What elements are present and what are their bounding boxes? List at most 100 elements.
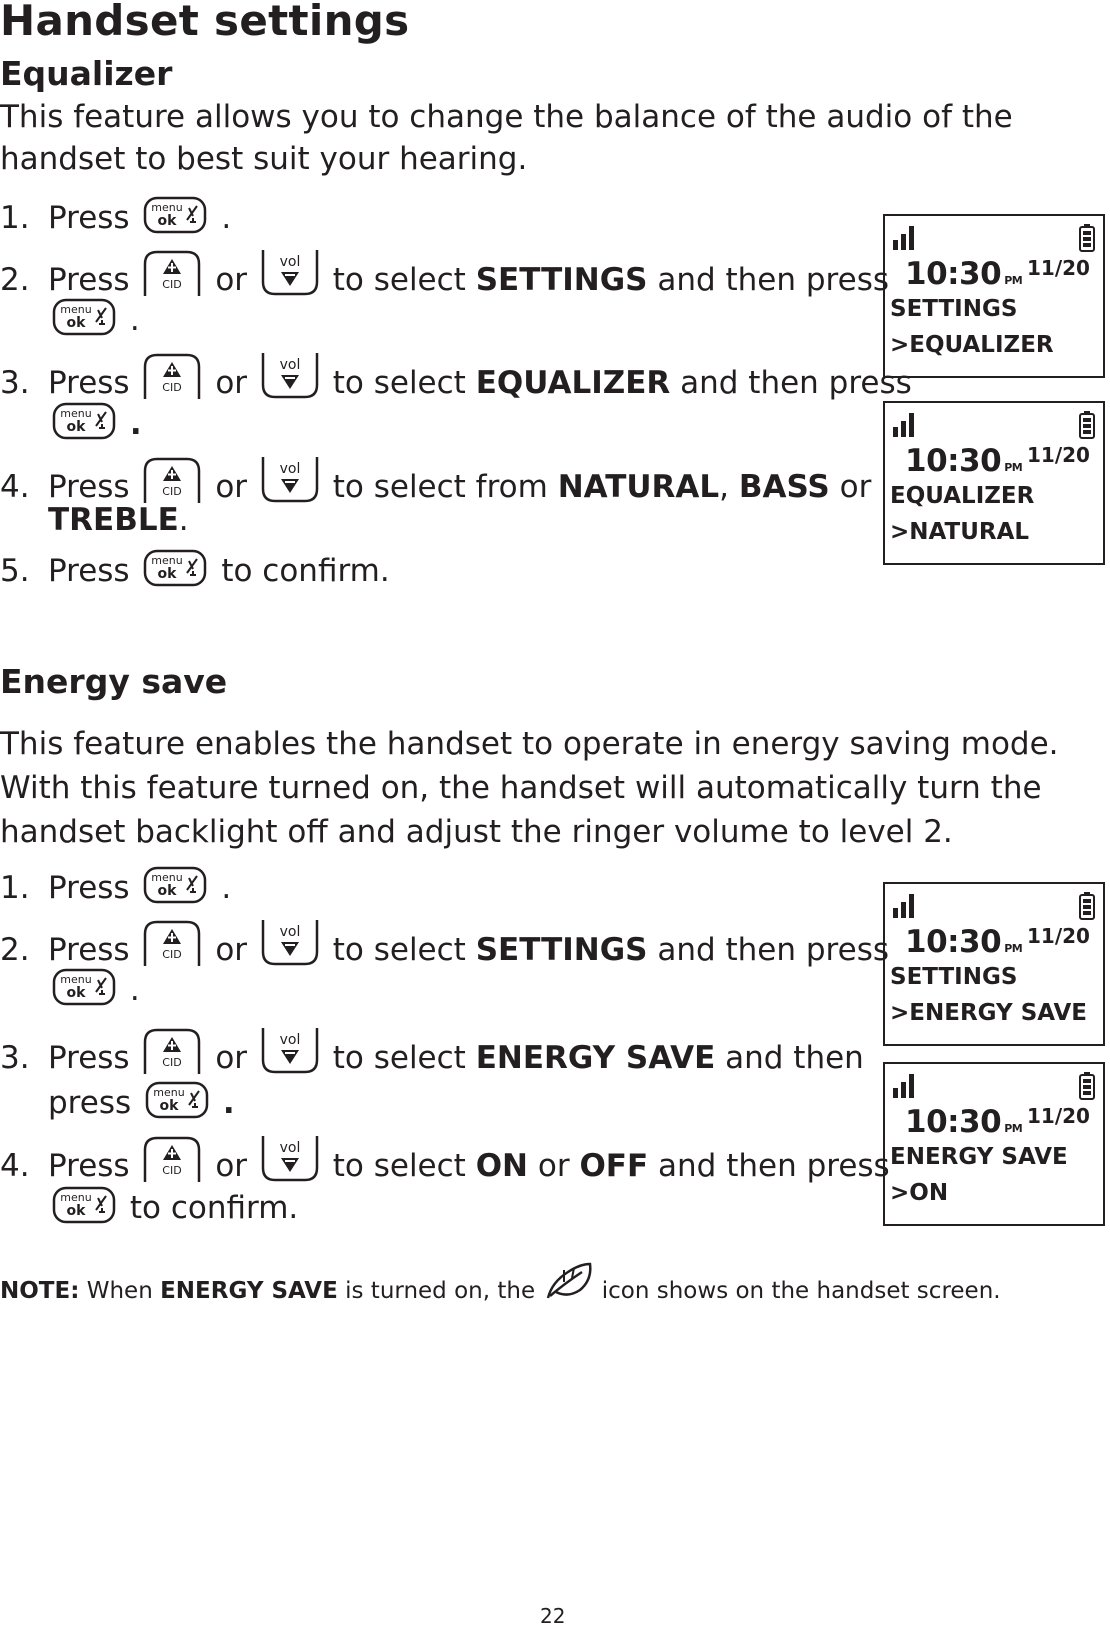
equalizer-heading: Equalizer	[0, 54, 173, 93]
step-text: or	[215, 1040, 248, 1076]
equalizer-step-2: 2. Press CID or vol to select SETTINGS an…	[0, 250, 889, 300]
step-text: or	[215, 1148, 248, 1184]
step-number: 2.	[0, 262, 30, 298]
svg-text:ok: ok	[67, 315, 87, 331]
screen-line-2: >ON	[890, 1180, 949, 1206]
svg-text:vol: vol	[280, 254, 301, 270]
menu-ok-key-icon: menu ok	[144, 549, 207, 587]
step-text: Press	[48, 365, 130, 401]
screen-line-1: EQUALIZER	[890, 483, 1035, 509]
menu-option: OFF	[579, 1148, 649, 1184]
energy-step-4: 4. Press CID or vol to select ON or OFF a…	[0, 1136, 890, 1186]
energy-step-2-cont: menu ok .	[48, 968, 140, 1010]
svg-text:vol: vol	[280, 1032, 301, 1048]
screen-date: 11/20	[1027, 443, 1090, 467]
menu-ok-key-icon: menu ok	[52, 968, 116, 1006]
step-text: and then press	[657, 932, 889, 968]
step-text: to select	[332, 1148, 466, 1184]
energy-step-1: 1. Press menu ok .	[0, 866, 231, 908]
ampm: PM	[1004, 942, 1023, 955]
step-text: to select	[332, 932, 466, 968]
intro-line: This feature enables the handset to oper…	[0, 726, 1059, 762]
screen-line-1: SETTINGS	[890, 296, 1018, 322]
cid-up-key-icon: CID	[144, 920, 201, 966]
intro-line: This feature allows you to change the ba…	[0, 99, 1013, 135]
step-number: 3.	[0, 365, 30, 401]
equalizer-step-3: 3. Press CID or vol to select EQUALIZER a…	[0, 353, 912, 403]
time-value: 10:30	[905, 924, 1002, 960]
ampm: PM	[1004, 461, 1023, 474]
menu-ok-key-icon: menu ok	[52, 402, 116, 440]
step-text: or	[215, 469, 248, 505]
battery-icon	[1079, 1072, 1095, 1100]
screen-time: 10:30 PM	[905, 924, 1023, 960]
battery-icon	[1079, 411, 1095, 439]
screen-date: 11/20	[1027, 924, 1090, 948]
step-text: Press	[48, 870, 130, 906]
step-text: Press	[48, 262, 130, 298]
step-number: 3.	[0, 1040, 30, 1076]
step-text: to select	[332, 1040, 466, 1076]
handset-screen: 10:30 PM 11/20 SETTINGS >EQUALIZER	[883, 214, 1105, 378]
step-text: or	[537, 1148, 570, 1184]
time-value: 10:30	[905, 1104, 1002, 1140]
screen-time: 10:30 PM	[905, 443, 1023, 479]
menu-ok-key-icon: menu ok	[145, 1081, 209, 1119]
step-text: ,	[719, 469, 730, 505]
svg-text:ok: ok	[160, 1098, 180, 1114]
step-text: press	[48, 1085, 132, 1121]
menu-option: TREBLE	[48, 502, 179, 538]
screen-line-2: >NATURAL	[890, 519, 1030, 545]
step-text: .	[221, 870, 232, 906]
svg-text:CID: CID	[163, 485, 182, 498]
menu-option: NATURAL	[557, 469, 720, 505]
note: NOTE: When ENERGY SAVE is turned on, the…	[0, 1262, 1001, 1304]
svg-text:vol: vol	[280, 924, 301, 940]
screen-time: 10:30 PM	[905, 1104, 1023, 1140]
screen-date: 11/20	[1027, 1104, 1090, 1128]
step-text: or	[215, 932, 248, 968]
note-text: is turned on, the	[345, 1278, 536, 1304]
cid-up-key-icon: CID	[144, 457, 201, 503]
equalizer-step-1: 1. Press menu ok .	[0, 196, 231, 238]
step-text: or	[839, 469, 872, 505]
step-text: Press	[48, 1148, 130, 1184]
menu-option: SETTINGS	[475, 262, 648, 298]
svg-text:vol: vol	[280, 461, 301, 477]
handset-screen: 10:30 PM 11/20 ENERGY SAVE >ON	[883, 1062, 1105, 1226]
menu-ok-key-icon: menu ok	[144, 196, 207, 234]
screen-line-1: ENERGY SAVE	[890, 1144, 1068, 1170]
step-number: 4.	[0, 469, 30, 505]
cid-up-key-icon: CID	[144, 1028, 201, 1074]
svg-text:CID: CID	[163, 948, 182, 961]
intro-line: With this feature turned on, the handset…	[0, 770, 1042, 806]
screen-date: 11/20	[1027, 256, 1090, 280]
energy-save-heading: Energy save	[0, 662, 228, 701]
ampm: PM	[1004, 274, 1023, 287]
screen-line-2: >EQUALIZER	[890, 332, 1054, 358]
menu-option: ENERGY SAVE	[475, 1040, 716, 1076]
step-number: 5.	[0, 553, 30, 589]
vol-down-key-icon: vol	[261, 1136, 319, 1182]
svg-text:CID: CID	[163, 278, 182, 291]
time-value: 10:30	[905, 256, 1002, 292]
menu-ok-key-icon: menu ok	[52, 298, 116, 336]
energy-save-intro: This feature enables the handset to oper…	[0, 722, 1059, 854]
menu-ok-key-icon: menu ok	[52, 1186, 116, 1224]
menu-option: BASS	[738, 469, 830, 505]
step-number: 1.	[0, 200, 30, 236]
note-text: When	[86, 1278, 153, 1304]
screen-time: 10:30 PM	[905, 256, 1023, 292]
svg-text:ok: ok	[67, 1203, 87, 1219]
battery-icon	[1079, 224, 1095, 252]
step-text: .	[221, 200, 232, 236]
screen-line-2: >ENERGY SAVE	[890, 1000, 1088, 1026]
vol-down-key-icon: vol	[261, 920, 319, 966]
signal-icon	[893, 1074, 914, 1098]
signal-icon	[893, 226, 914, 250]
equalizer-step-5: 5. Press menu ok to confirm.	[0, 549, 390, 591]
energy-step-3: 3. Press CID or vol to select ENERGY SAVE…	[0, 1028, 864, 1078]
step-text: to select from	[332, 469, 548, 505]
vol-down-key-icon: vol	[261, 353, 319, 399]
svg-text:CID: CID	[163, 381, 182, 394]
